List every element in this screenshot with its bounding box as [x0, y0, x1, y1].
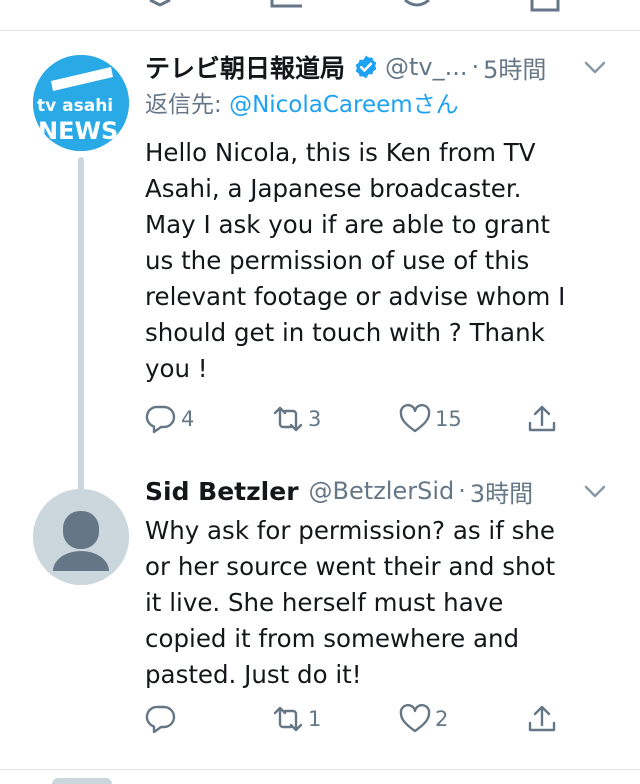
share-icon	[528, 405, 556, 432]
tweet-header: テレビ朝日報道局 @tv_... · 5時間	[145, 47, 620, 87]
separator-dot: ·	[471, 53, 480, 81]
tweet-text: Why ask for permission? as if she or her…	[145, 516, 556, 689]
separator-dot: ·	[458, 477, 466, 505]
reply-button[interactable]	[145, 699, 272, 739]
reply-prefix: 返信先:	[145, 92, 230, 118]
tweet[interactable]: tv asahi NEWS テレビ朝日報道局 @tv_... · 5時間 返信先…	[0, 31, 640, 500]
tweet[interactable]: Sid Betzler @BetzlerSid · 3時間 Why ask fo…	[0, 477, 640, 769]
tweet-actions: 4 3 15	[145, 399, 585, 439]
author-handle[interactable]: @tv_...	[385, 53, 468, 81]
chevron-down-icon[interactable]	[582, 471, 608, 511]
reply-icon	[145, 405, 176, 434]
tweet-time[interactable]: 3時間	[470, 474, 533, 509]
like-button[interactable]: 15	[399, 399, 526, 439]
default-avatar-icon	[33, 489, 129, 585]
heart-icon	[399, 403, 431, 433]
share-button[interactable]	[526, 399, 576, 439]
retweet-button[interactable]: 1	[272, 699, 399, 739]
previous-tweet-actions-fragment	[0, 0, 640, 30]
previous-tweet-icons-fragment	[149, 0, 560, 12]
like-count: 15	[435, 407, 462, 431]
verified-badge-icon	[355, 55, 377, 79]
author-name[interactable]: Sid Betzler	[145, 477, 299, 506]
like-count: 2	[435, 707, 449, 731]
author-name[interactable]: テレビ朝日報道局	[145, 49, 345, 85]
reply-context: 返信先: @NicolaCareemさん	[145, 87, 620, 123]
next-tweet-avatar-fragment	[52, 778, 112, 784]
reply-icon	[145, 705, 176, 734]
tweet-divider	[0, 769, 640, 770]
tweet-actions: 1 2	[145, 699, 585, 739]
thread-line	[78, 157, 84, 500]
tv-asahi-logo: tv asahi NEWS	[33, 55, 129, 151]
retweet-icon	[273, 706, 303, 732]
share-button[interactable]	[526, 699, 576, 739]
reply-button[interactable]: 4	[145, 399, 272, 439]
tweet-text: Hello Nicola, this is Ken from TV Asahi,…	[145, 138, 566, 383]
retweet-button[interactable]: 3	[272, 399, 399, 439]
retweet-count: 1	[308, 707, 322, 731]
tweet-header: Sid Betzler @BetzlerSid · 3時間	[145, 471, 620, 511]
avatar-logo-text-top: tv asahi	[37, 96, 113, 116]
avatar-logo-text-bottom: NEWS	[38, 117, 118, 145]
share-icon	[528, 705, 556, 732]
retweet-count: 3	[308, 407, 322, 431]
heart-icon	[399, 703, 431, 733]
author-handle[interactable]: @BetzlerSid	[309, 477, 455, 505]
chevron-down-icon[interactable]	[582, 47, 608, 87]
tweet-time[interactable]: 5時間	[483, 50, 546, 85]
reply-mention-link[interactable]: @NicolaCareemさん	[229, 92, 459, 118]
avatar[interactable]: tv asahi NEWS	[33, 55, 129, 151]
like-button[interactable]: 2	[399, 699, 526, 739]
retweet-icon	[273, 406, 303, 432]
reply-count: 4	[181, 407, 195, 431]
avatar[interactable]	[33, 489, 129, 585]
